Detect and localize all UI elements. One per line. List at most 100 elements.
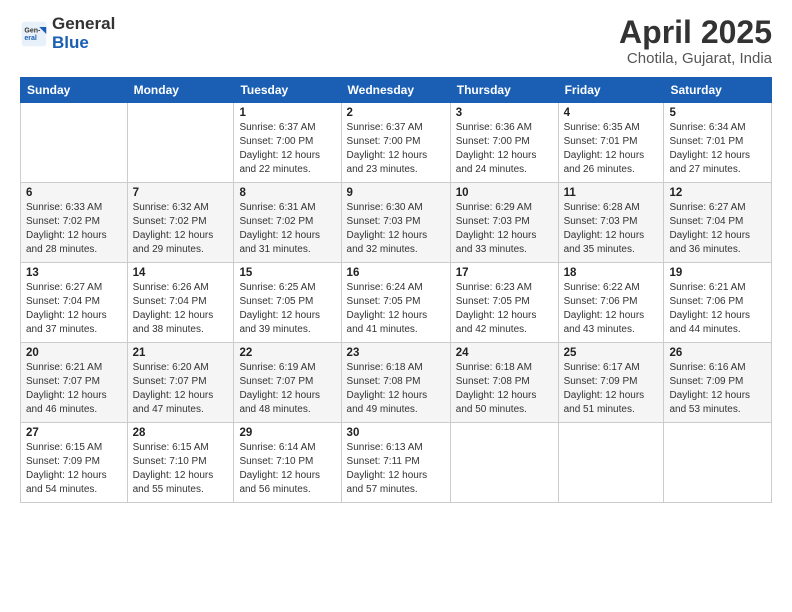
day-info: Sunrise: 6:37 AM Sunset: 7:00 PM Dayligh… [347, 121, 445, 177]
day-number: 19 [669, 267, 766, 279]
weekday-header-friday: Friday [558, 78, 664, 103]
svg-text:eral: eral [24, 35, 37, 42]
day-info: Sunrise: 6:29 AM Sunset: 7:03 PM Dayligh… [456, 201, 553, 257]
header: Gen- eral General Blue April 2025 Chotil… [20, 15, 772, 67]
calendar-cell: 10 Sunrise: 6:29 AM Sunset: 7:03 PM Dayli… [450, 183, 558, 263]
calendar-cell: 16 Sunrise: 6:24 AM Sunset: 7:05 PM Dayli… [341, 263, 450, 343]
day-number: 22 [239, 347, 335, 359]
logo-icon: Gen- eral [20, 20, 48, 48]
day-number: 14 [133, 267, 229, 279]
day-info: Sunrise: 6:27 AM Sunset: 7:04 PM Dayligh… [26, 281, 122, 337]
calendar-week-4: 20Sunrise: 6:21 AM Sunset: 7:07 PM Dayli… [21, 343, 772, 423]
day-info: Sunrise: 6:34 AM Sunset: 7:01 PM Dayligh… [669, 121, 766, 177]
weekday-header-sunday: Sunday [21, 78, 128, 103]
calendar-cell: 9 Sunrise: 6:30 AM Sunset: 7:03 PM Daylig… [341, 183, 450, 263]
day-number: 8 [239, 187, 335, 199]
day-number: 2 [347, 107, 445, 119]
day-number: 1 [239, 107, 335, 119]
logo-text: General Blue [52, 15, 115, 52]
day-info: Sunrise: 6:21 AM Sunset: 7:06 PM Dayligh… [669, 281, 766, 337]
title-block: April 2025 Chotila, Gujarat, India [619, 15, 772, 67]
calendar-cell: 8 Sunrise: 6:31 AM Sunset: 7:02 PM Daylig… [234, 183, 341, 263]
day-number: 29 [239, 427, 335, 439]
calendar-cell [450, 423, 558, 503]
logo: Gen- eral General Blue [20, 15, 115, 52]
calendar-cell: 24 Sunrise: 6:18 AM Sunset: 7:08 PM Dayli… [450, 343, 558, 423]
day-info: Sunrise: 6:30 AM Sunset: 7:03 PM Dayligh… [347, 201, 445, 257]
day-info: Sunrise: 6:35 AM Sunset: 7:01 PM Dayligh… [564, 121, 659, 177]
day-info: Sunrise: 6:28 AM Sunset: 7:03 PM Dayligh… [564, 201, 659, 257]
day-number: 3 [456, 107, 553, 119]
day-number: 30 [347, 427, 445, 439]
day-number: 24 [456, 347, 553, 359]
day-info: Sunrise: 6:18 AM Sunset: 7:08 PM Dayligh… [456, 361, 553, 417]
day-number: 7 [133, 187, 229, 199]
calendar-cell: 28 Sunrise: 6:15 AM Sunset: 7:10 PM Dayli… [127, 423, 234, 503]
day-info: Sunrise: 6:33 AM Sunset: 7:02 PM Dayligh… [26, 201, 122, 257]
day-number: 9 [347, 187, 445, 199]
calendar-cell: 11 Sunrise: 6:28 AM Sunset: 7:03 PM Dayli… [558, 183, 664, 263]
day-info: Sunrise: 6:15 AM Sunset: 7:10 PM Dayligh… [133, 441, 229, 497]
day-number: 15 [239, 267, 335, 279]
day-info: Sunrise: 6:27 AM Sunset: 7:04 PM Dayligh… [669, 201, 766, 257]
weekday-header-monday: Monday [127, 78, 234, 103]
day-info: Sunrise: 6:17 AM Sunset: 7:09 PM Dayligh… [564, 361, 659, 417]
day-number: 26 [669, 347, 766, 359]
day-number: 27 [26, 427, 122, 439]
calendar-cell: 18 Sunrise: 6:22 AM Sunset: 7:06 PM Dayli… [558, 263, 664, 343]
day-info: Sunrise: 6:32 AM Sunset: 7:02 PM Dayligh… [133, 201, 229, 257]
day-info: Sunrise: 6:13 AM Sunset: 7:11 PM Dayligh… [347, 441, 445, 497]
location-subtitle: Chotila, Gujarat, India [619, 50, 772, 67]
day-number: 23 [347, 347, 445, 359]
calendar-cell [21, 103, 128, 183]
calendar-cell: 7 Sunrise: 6:32 AM Sunset: 7:02 PM Daylig… [127, 183, 234, 263]
calendar-cell: 14 Sunrise: 6:26 AM Sunset: 7:04 PM Dayli… [127, 263, 234, 343]
calendar-cell: 25Sunrise: 6:17 AM Sunset: 7:09 PM Dayli… [558, 343, 664, 423]
day-number: 5 [669, 107, 766, 119]
calendar-cell: 26 Sunrise: 6:16 AM Sunset: 7:09 PM Dayli… [664, 343, 772, 423]
calendar-cell: 20Sunrise: 6:21 AM Sunset: 7:07 PM Dayli… [21, 343, 128, 423]
weekday-header-wednesday: Wednesday [341, 78, 450, 103]
calendar-week-2: 6Sunrise: 6:33 AM Sunset: 7:02 PM Daylig… [21, 183, 772, 263]
calendar-cell: 19 Sunrise: 6:21 AM Sunset: 7:06 PM Dayli… [664, 263, 772, 343]
calendar-cell: 6Sunrise: 6:33 AM Sunset: 7:02 PM Daylig… [21, 183, 128, 263]
calendar-cell: 12Sunrise: 6:27 AM Sunset: 7:04 PM Dayli… [664, 183, 772, 263]
day-info: Sunrise: 6:25 AM Sunset: 7:05 PM Dayligh… [239, 281, 335, 337]
day-number: 4 [564, 107, 659, 119]
day-info: Sunrise: 6:37 AM Sunset: 7:00 PM Dayligh… [239, 121, 335, 177]
calendar-cell: 1 Sunrise: 6:37 AM Sunset: 7:00 PM Daylig… [234, 103, 341, 183]
weekday-header-saturday: Saturday [664, 78, 772, 103]
calendar-week-1: 1 Sunrise: 6:37 AM Sunset: 7:00 PM Daylig… [21, 103, 772, 183]
calendar-header: SundayMondayTuesdayWednesdayThursdayFrid… [21, 78, 772, 103]
day-number: 18 [564, 267, 659, 279]
day-info: Sunrise: 6:16 AM Sunset: 7:09 PM Dayligh… [669, 361, 766, 417]
calendar-cell: 23 Sunrise: 6:18 AM Sunset: 7:08 PM Dayli… [341, 343, 450, 423]
calendar-cell: 13 Sunrise: 6:27 AM Sunset: 7:04 PM Dayli… [21, 263, 128, 343]
month-title: April 2025 [619, 15, 772, 50]
day-number: 10 [456, 187, 553, 199]
day-number: 20 [26, 347, 122, 359]
day-number: 13 [26, 267, 122, 279]
day-info: Sunrise: 6:31 AM Sunset: 7:02 PM Dayligh… [239, 201, 335, 257]
day-info: Sunrise: 6:24 AM Sunset: 7:05 PM Dayligh… [347, 281, 445, 337]
day-info: Sunrise: 6:22 AM Sunset: 7:06 PM Dayligh… [564, 281, 659, 337]
day-info: Sunrise: 6:14 AM Sunset: 7:10 PM Dayligh… [239, 441, 335, 497]
calendar-cell [558, 423, 664, 503]
calendar-cell: 29 Sunrise: 6:14 AM Sunset: 7:10 PM Dayli… [234, 423, 341, 503]
day-number: 28 [133, 427, 229, 439]
calendar-cell [664, 423, 772, 503]
day-info: Sunrise: 6:23 AM Sunset: 7:05 PM Dayligh… [456, 281, 553, 337]
day-info: Sunrise: 6:26 AM Sunset: 7:04 PM Dayligh… [133, 281, 229, 337]
calendar-cell: 15 Sunrise: 6:25 AM Sunset: 7:05 PM Dayli… [234, 263, 341, 343]
day-info: Sunrise: 6:19 AM Sunset: 7:07 PM Dayligh… [239, 361, 335, 417]
calendar-week-3: 13 Sunrise: 6:27 AM Sunset: 7:04 PM Dayli… [21, 263, 772, 343]
day-info: Sunrise: 6:18 AM Sunset: 7:08 PM Dayligh… [347, 361, 445, 417]
calendar-cell: 3Sunrise: 6:36 AM Sunset: 7:00 PM Daylig… [450, 103, 558, 183]
day-number: 16 [347, 267, 445, 279]
day-number: 11 [564, 187, 659, 199]
weekday-row: SundayMondayTuesdayWednesdayThursdayFrid… [21, 78, 772, 103]
weekday-header-thursday: Thursday [450, 78, 558, 103]
svg-text:Gen-: Gen- [24, 27, 41, 34]
calendar-table: SundayMondayTuesdayWednesdayThursdayFrid… [20, 77, 772, 503]
calendar-cell: 30 Sunrise: 6:13 AM Sunset: 7:11 PM Dayli… [341, 423, 450, 503]
